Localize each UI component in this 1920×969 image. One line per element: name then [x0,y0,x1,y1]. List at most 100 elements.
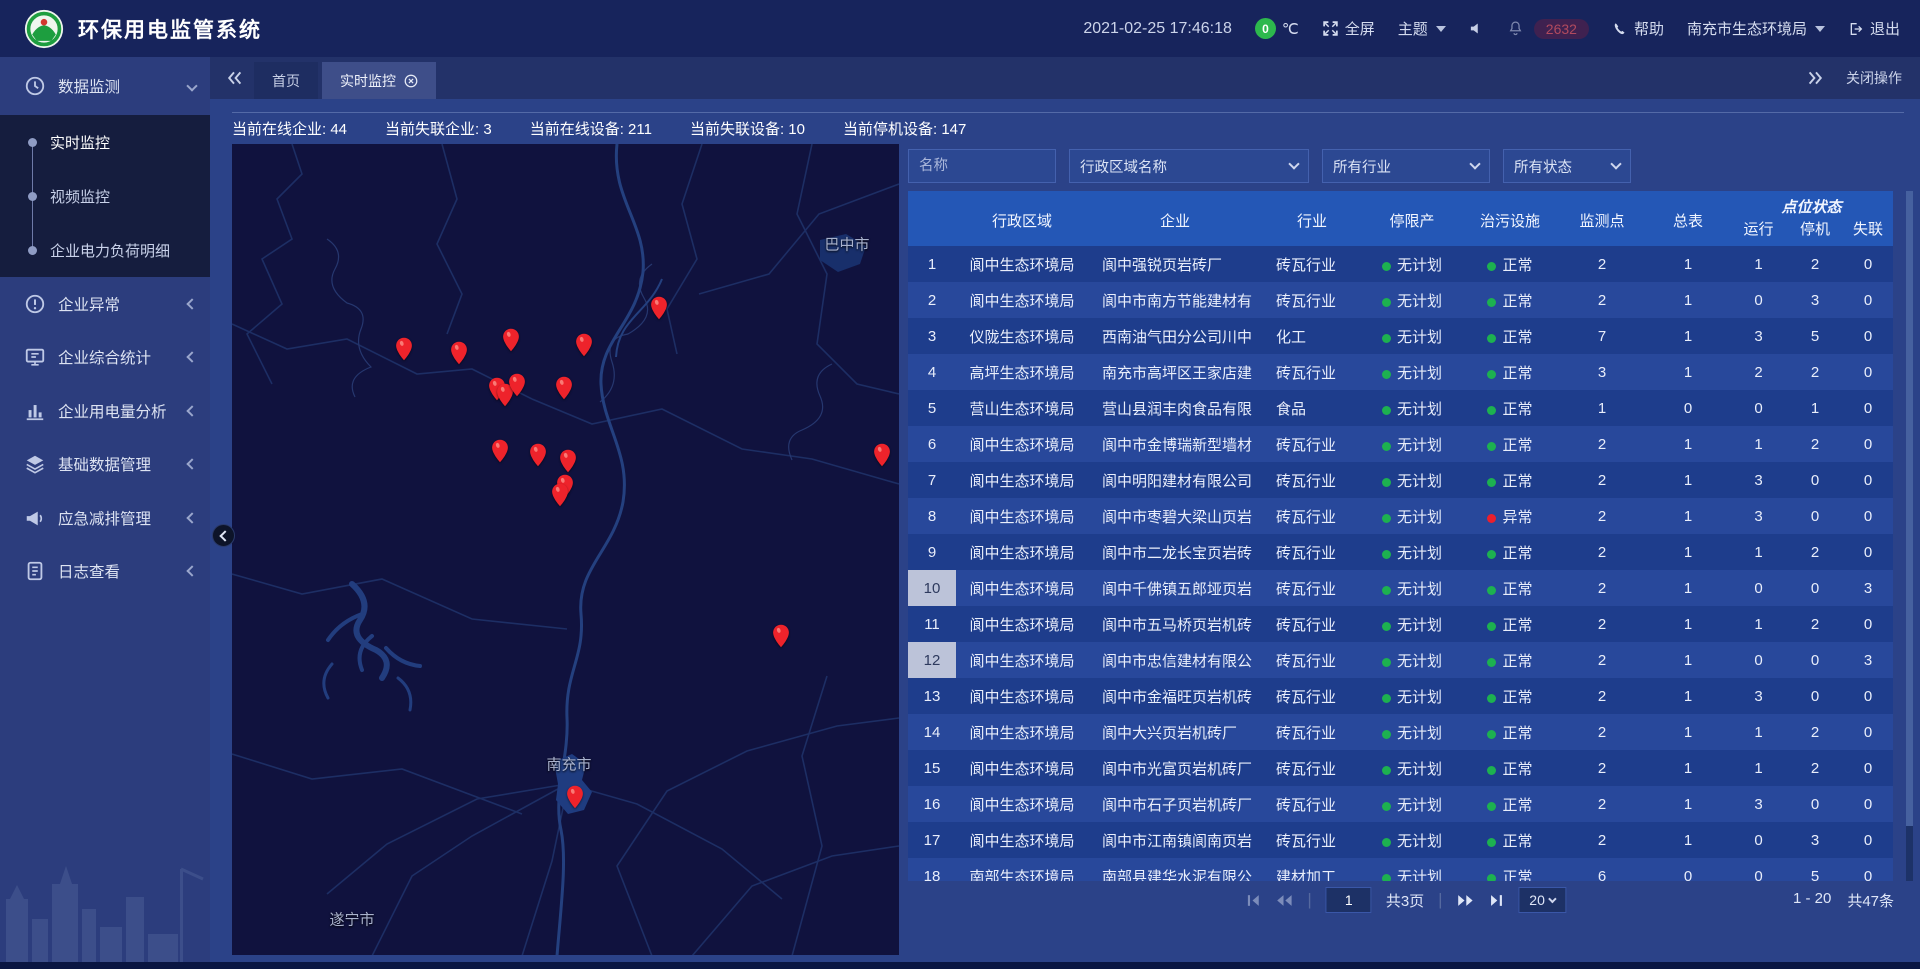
map-pin[interactable] [529,443,547,467]
cell-facility-status: 正常 [1462,714,1558,750]
sidebar-nav: 数据监测实时监控视频监控企业电力负荷明细企业异常企业综合统计企业用电量分析基础数… [0,57,210,969]
sidebar-item-base-data-management[interactable]: 基础数据管理 [0,438,210,492]
table-row[interactable]: 11阆中生态环境局阆中市五马桥页岩机砖砖瓦行业无计划正常21120 [908,606,1893,642]
table-row[interactable]: 9阆中生态环境局阆中市二龙长宝页岩砖砖瓦行业无计划正常21120 [908,534,1893,570]
organization-dropdown[interactable]: 南充市生态环境局 [1687,18,1825,39]
page-number-input[interactable] [1326,887,1372,913]
table-row[interactable]: 10阆中生态环境局阆中千佛镇五郎垭页岩砖瓦行业无计划正常21003 [908,570,1893,606]
map-background [232,144,899,955]
cell-run-count: 0 [1730,642,1787,678]
tabs-scroll-right-button[interactable] [1808,70,1824,86]
table-row[interactable]: 8阆中生态环境局阆中市枣碧大梁山页岩砖瓦行业无计划异常21300 [908,498,1893,534]
sidebar-item-log-view[interactable]: 日志查看 [0,545,210,599]
map-pin[interactable] [650,296,668,320]
col-group-point-status: 点位状态 [1730,191,1893,218]
table-row[interactable]: 18南部生态环境局南部县建华水泥有限公建材加工无计划正常60050 [908,858,1893,881]
cell-lost-count: 0 [1843,462,1893,498]
status-dot-green [1382,298,1391,307]
close-icon[interactable] [404,74,418,88]
tab-实时监控[interactable]: 实时监控 [322,62,436,99]
notifications-button[interactable]: 2632 [1507,19,1589,39]
map-pin[interactable] [508,373,526,397]
tabs-scroll-left-button[interactable] [226,70,242,86]
table-row[interactable]: 1阆中生态环境局阆中强锐页岩砖厂砖瓦行业无计划正常21120 [908,246,1893,282]
sidebar-item-enterprise-statistics[interactable]: 企业综合统计 [0,331,210,385]
stat-3: 当前失联设备: 10 [690,118,805,139]
cell-enterprise: 阆中市江南镇阆南页岩 [1088,822,1262,858]
page-size-select[interactable]: 20 [1519,887,1567,913]
table-row[interactable]: 6阆中生态环境局阆中市金博瑞新型墙材砖瓦行业无计划正常21120 [908,426,1893,462]
status-dot-green [1487,874,1496,882]
name-search-input[interactable] [908,149,1056,183]
close-operations-dropdown[interactable]: 关闭操作 [1846,68,1902,88]
last-page-button[interactable] [1489,893,1505,908]
table-row[interactable]: 3仪陇生态环境局西南油气田分公司川中化工无计划正常71350 [908,318,1893,354]
bullet-icon [28,246,37,255]
map-pin[interactable] [566,785,584,809]
cell-region: 阆中生态环境局 [956,462,1088,498]
cell-facility-status: 正常 [1462,354,1558,390]
map-pin[interactable] [450,341,468,365]
map-pin[interactable] [551,483,569,507]
previous-page-button[interactable] [1275,893,1293,908]
tab-首页[interactable]: 首页 [254,62,318,99]
table-row[interactable]: 16阆中生态环境局阆中市石子页岩机砖厂砖瓦行业无计划正常21300 [908,786,1893,822]
scrollbar-thumb[interactable] [1906,191,1913,826]
map-pin[interactable] [502,328,520,352]
map-pin[interactable] [395,337,413,361]
status-select[interactable]: 所有状态 [1503,149,1631,183]
sidebar-item-power-usage-analysis[interactable]: 企业用电量分析 [0,384,210,438]
fullscreen-button[interactable]: 全屏 [1322,18,1375,39]
cell-meter-count: 1 [1646,426,1730,462]
table-row[interactable]: 17阆中生态环境局阆中市江南镇阆南页岩砖瓦行业无计划正常21030 [908,822,1893,858]
sidebar-collapse-handle[interactable] [212,524,235,547]
map-panel[interactable]: 巴中市南充市遂宁市 [232,144,899,955]
sidebar-subitem-实时监控[interactable]: 实时监控 [0,115,210,169]
temperature-value: 0 [1255,18,1276,39]
status-dot-green [1487,766,1496,775]
region-select[interactable]: 行政区域名称 [1069,149,1309,183]
sidebar-subitem-视频监控[interactable]: 视频监控 [0,169,210,223]
map-pin[interactable] [491,439,509,463]
sidebar-item-data-monitoring[interactable]: 数据监测 [0,57,210,115]
map-pin[interactable] [575,333,593,357]
table-row[interactable]: 5营山生态环境局营山县润丰肉食品有限食品无计划正常10010 [908,390,1893,426]
sidebar-item-enterprise-abnormal[interactable]: 企业异常 [0,277,210,331]
col-meter: 总表 [1646,191,1730,246]
first-page-button[interactable] [1245,893,1261,908]
table-scrollbar[interactable] [1906,191,1913,881]
sidebar-subitem-企业电力负荷明细[interactable]: 企业电力负荷明细 [0,223,210,277]
logout-button[interactable]: 退出 [1848,18,1900,39]
fullscreen-icon [1322,20,1339,37]
cell-industry: 砖瓦行业 [1262,714,1362,750]
sound-toggle-button[interactable] [1469,21,1484,36]
table-row[interactable]: 2阆中生态环境局阆中市南方节能建材有砖瓦行业无计划正常21030 [908,282,1893,318]
enterprise-table-body[interactable]: 1阆中生态环境局阆中强锐页岩砖厂砖瓦行业无计划正常211202阆中生态环境局阆中… [908,246,1904,881]
next-page-button[interactable] [1457,893,1475,908]
sidebar-submenu: 实时监控视频监控企业电力负荷明细 [0,115,210,277]
chevron-left-icon [186,566,197,577]
status-dot-green [1487,550,1496,559]
table-row[interactable]: 14阆中生态环境局阆中大兴页岩机砖厂砖瓦行业无计划正常21120 [908,714,1893,750]
table-row[interactable]: 4高坪生态环境局南充市高坪区王家店建砖瓦行业无计划正常31220 [908,354,1893,390]
table-row[interactable]: 7阆中生态环境局阆中明阳建材有限公司砖瓦行业无计划正常21300 [908,462,1893,498]
cell-halt-count: 0 [1787,678,1843,714]
map-pin[interactable] [559,449,577,473]
cell-meter-count: 1 [1646,714,1730,750]
status-dot-green [1382,838,1391,847]
table-row[interactable]: 12阆中生态环境局阆中市忠信建材有限公砖瓦行业无计划正常21003 [908,642,1893,678]
map-pin[interactable] [772,624,790,648]
table-row[interactable]: 13阆中生态环境局阆中市金福旺页岩机砖砖瓦行业无计划正常21300 [908,678,1893,714]
status-dot-green [1382,766,1391,775]
cell-enterprise: 阆中市石子页岩机砖厂 [1088,786,1262,822]
table-row[interactable]: 15阆中生态环境局阆中市光富页岩机砖厂砖瓦行业无计划正常21120 [908,750,1893,786]
bell-icon [1507,20,1524,37]
industry-select[interactable]: 所有行业 [1322,149,1490,183]
help-button[interactable]: 帮助 [1612,18,1664,39]
sidebar-item-emergency-reduction[interactable]: 应急减排管理 [0,491,210,545]
map-pin[interactable] [555,376,573,400]
chevron-left-icon [186,298,197,309]
cell-halt-count: 3 [1787,822,1843,858]
map-pin[interactable] [873,443,891,467]
theme-dropdown[interactable]: 主题 [1398,18,1446,39]
